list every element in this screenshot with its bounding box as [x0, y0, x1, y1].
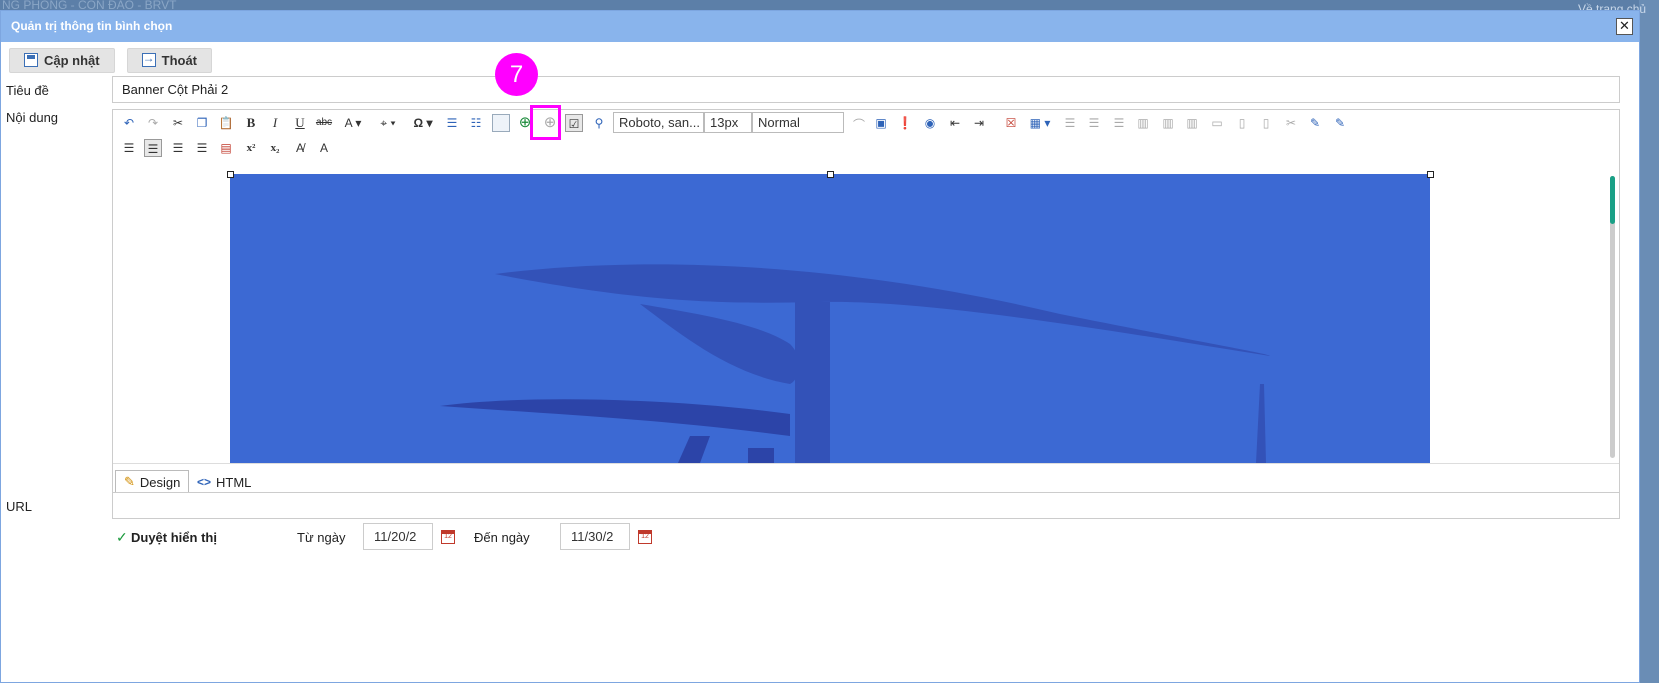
subscript-icon[interactable]: x₂	[266, 139, 284, 157]
redo-icon[interactable]: ↷	[144, 114, 162, 132]
approve-label[interactable]: Duyệt hiển thị	[131, 530, 217, 545]
calendar-icon[interactable]: 12	[638, 530, 652, 544]
editor-scrollbar-thumb[interactable]	[1610, 176, 1615, 224]
outdent-icon[interactable]: ⇤	[946, 114, 964, 132]
numbered-list-icon[interactable]: ☰	[443, 114, 461, 132]
update-button-label: Cập nhật	[44, 52, 100, 68]
paste-icon[interactable]: 📋	[217, 114, 235, 132]
split-cell-icon[interactable]: ▯	[1257, 114, 1275, 132]
merge-rows-icon[interactable]: ▭	[1208, 114, 1226, 132]
align-right-icon[interactable]: ☰	[169, 139, 187, 157]
remove-link-icon[interactable]: ⊕	[541, 114, 559, 132]
indent-icon[interactable]: ⇥	[970, 114, 988, 132]
template-icon[interactable]: ☑	[565, 114, 583, 132]
from-date-input[interactable]: 11/20/2	[363, 523, 433, 550]
special-char-icon[interactable]: Ω ▾	[409, 114, 437, 132]
insert-row-below-icon[interactable]: ☰	[1085, 114, 1103, 132]
exit-button-label: Thoát	[161, 52, 198, 68]
undo-icon[interactable]: ↶	[120, 114, 138, 132]
superscript-icon[interactable]: x²	[242, 139, 260, 157]
editor-toolbar: ↶ ↷ ✂ ❐ 📋 B I U abc A ▾ ⌖ ▾ Ω ▾ ☰ ☷ ⊕ ⊕ …	[113, 105, 1619, 165]
copy-icon[interactable]: ❐	[193, 114, 211, 132]
insert-table-icon[interactable]: ▦ ▾	[1026, 114, 1054, 132]
banner-image[interactable]	[230, 174, 1430, 463]
highlight-color-icon[interactable]: ⌖ ▾	[374, 114, 402, 132]
convert-case-icon[interactable]: A	[315, 139, 333, 157]
insert-row-above-icon[interactable]: ☰	[1061, 114, 1079, 132]
italic-icon[interactable]: I	[266, 114, 284, 132]
calendar-icon[interactable]: 12	[441, 530, 455, 544]
action-toolbar: Cập nhật Thoát	[1, 42, 1639, 78]
bold-icon[interactable]: B	[242, 114, 260, 132]
exit-button[interactable]: Thoát	[126, 47, 213, 73]
rich-text-editor: ↶ ↷ ✂ ❐ 📋 B I U abc A ▾ ⌖ ▾ Ω ▾ ☰ ☷ ⊕ ⊕ …	[112, 105, 1620, 498]
horizontal-rule-icon[interactable]: ▤	[217, 139, 235, 157]
format-select[interactable]: Normal	[752, 112, 844, 133]
media-icon[interactable]: ⌒	[850, 116, 868, 134]
to-date-label: Đến ngày	[474, 530, 530, 545]
close-button[interactable]: ✕	[1616, 18, 1633, 35]
justify-icon[interactable]: ☰	[193, 139, 211, 157]
font-name-select[interactable]: Roboto, san...	[613, 112, 704, 133]
dialog: Quản trị thông tin bình chọn ✕ Cập nhật …	[0, 10, 1640, 683]
title-label: Tiêu đề	[6, 83, 49, 98]
update-button[interactable]: Cập nhật	[9, 47, 115, 73]
from-date-label: Từ ngày	[297, 530, 346, 545]
delete-table-icon[interactable]: ☒	[1002, 114, 1020, 132]
banner-artwork	[230, 174, 1430, 463]
delete-column-icon[interactable]: ▥	[1183, 114, 1201, 132]
delete-cell-icon[interactable]: ✂	[1282, 114, 1300, 132]
table-properties-icon[interactable]: ✎	[1306, 114, 1324, 132]
flash-icon[interactable]: ⚲	[590, 114, 608, 132]
resize-handle[interactable]	[1427, 171, 1434, 178]
insert-link-icon[interactable]: ⊕	[516, 114, 534, 132]
pencil-icon: ✎	[124, 474, 135, 489]
to-date-input[interactable]: 11/30/2	[560, 523, 630, 550]
image-icon[interactable]: ▣	[872, 114, 890, 132]
insert-column-right-icon[interactable]: ▥	[1159, 114, 1177, 132]
bullet-list-icon[interactable]: ☷	[467, 114, 485, 132]
html-mode-label: HTML	[216, 474, 252, 490]
dialog-title: Quản trị thông tin bình chọn	[11, 19, 173, 33]
design-mode-tab[interactable]: ✎ Design	[115, 470, 190, 494]
step-badge: 7	[495, 53, 538, 96]
exit-icon	[141, 51, 156, 67]
format-stripper-icon[interactable]: A̸	[291, 139, 309, 157]
editor-content-area[interactable]	[113, 166, 1619, 463]
content-label: Nội dung	[6, 110, 59, 125]
image-manager-icon[interactable]	[492, 114, 510, 132]
insert-column-left-icon[interactable]: ▥	[1134, 114, 1152, 132]
font-color-icon[interactable]: A ▾	[339, 114, 367, 132]
document-icon[interactable]: ❗	[896, 114, 914, 132]
font-size-select[interactable]: 13px	[704, 112, 752, 133]
url-label: URL	[6, 499, 33, 514]
delete-row-icon[interactable]: ☰	[1110, 114, 1128, 132]
resize-handle[interactable]	[827, 171, 834, 178]
resize-handle[interactable]	[227, 171, 234, 178]
align-center-icon[interactable]: ☰	[144, 139, 162, 157]
dialog-titlebar: Quản trị thông tin bình chọn ✕	[1, 11, 1639, 42]
cut-icon[interactable]: ✂	[169, 114, 187, 132]
background-right-edge	[1639, 0, 1659, 683]
video-icon[interactable]: ◉	[921, 114, 939, 132]
html-mode-tab[interactable]: <> HTML	[191, 470, 257, 494]
title-input[interactable]: Banner Cột Phải 2	[112, 76, 1620, 103]
cell-properties-icon[interactable]: ✎	[1331, 114, 1349, 132]
align-left-icon[interactable]: ☰	[120, 139, 138, 157]
save-icon	[24, 53, 38, 67]
strikethrough-icon[interactable]: abc	[315, 114, 333, 132]
url-input[interactable]	[112, 492, 1620, 519]
design-mode-label: Design	[139, 474, 181, 490]
check-icon[interactable]: ✓	[116, 529, 128, 546]
merge-columns-icon[interactable]: ▯	[1233, 114, 1251, 132]
code-icon: <>	[197, 475, 212, 489]
underline-icon[interactable]: U	[291, 114, 309, 132]
